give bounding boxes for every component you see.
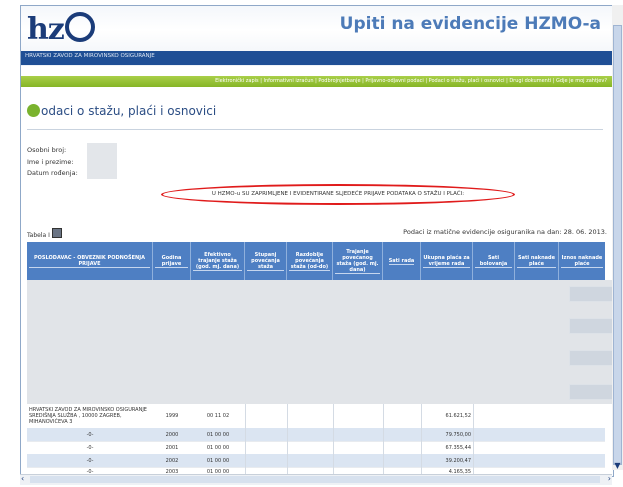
employer-cell: -0- [86,444,94,451]
table-row: HRVATSKI ZAVOD ZA MIROVINSKO OSIGURANJE … [27,404,605,429]
col-header: Sati rada [383,242,421,280]
table-row: -0- 2001 01 00 00 67.355,44 [27,441,605,455]
col-header: Sati naknade plaće [515,242,559,280]
page-scroll-thumb[interactable] [613,25,622,465]
pay-cell: 79.750,00 [421,428,473,441]
page-title: odaci o stažu, plaći i osnovici [27,104,216,118]
podaci-date: Podaci iz matične evidencije osiguranika… [403,228,607,236]
org-name: HRVATSKI ZAVOD ZA MIROVINSKO OSIGURANJE [25,53,155,59]
year-cell: 1999 [165,413,179,419]
tabela-label: Tabela I [27,228,62,239]
table-row: -0- 2000 01 00 00 79.750,00 [27,428,605,442]
nav-links[interactable]: Elektronički zapis | Informativni izraču… [215,78,607,84]
right-cell [569,318,613,334]
datum-label: Datum rođenja: [27,169,78,177]
employer-cell: -0- [86,431,94,438]
main-nav: Elektronički zapis | Informativni izraču… [21,76,613,87]
duration-cell: 01 00 00 [206,444,230,451]
osobni-broj-label: Osobni broj: [27,146,67,154]
duration-cell: 01 00 00 [206,431,230,438]
duration-cell: 00 11 02 [206,413,230,419]
pay-cell: 67.355,44 [421,441,473,454]
col-header: Trajanje povećanog staža (god. mj. dana) [333,242,383,280]
scroll-right-arrow-icon[interactable]: › [608,474,611,483]
h-scroll-thumb[interactable] [30,476,600,483]
app-title: Upiti na evidencije HZMO-a [339,14,601,34]
col-header: POSLODAVAC - OBVEZNIK PODNOŠENJA PRIJAVE [27,242,153,280]
divider [27,129,603,130]
employer-cell: HRVATSKI ZAVOD ZA MIROVINSKO OSIGURANJE … [29,407,147,425]
site-header: hz Upiti na evidencije HZMO-a HRVATSKI Z… [21,6,613,103]
top-links[interactable]: Ulazna stranica | Promjena lozinke | Izl… [449,97,607,103]
right-column [565,280,613,404]
scroll-left-arrow-icon[interactable]: ‹ [21,474,24,483]
right-cell [569,384,613,400]
year-cell: 2000 [165,431,179,438]
scroll-down-arrow-icon[interactable]: ▼ [612,461,623,470]
col-header: Iznos naknade plaće [561,254,603,268]
col-header: Efektivno trajanje staža (god. mj. dana) [191,242,245,280]
col-header: Ukupna plaća za vrijeme rada [421,242,473,280]
table-header: POSLODAVAC - OBVEZNIK PODNOŠENJA PRIJAVE… [27,242,605,280]
right-cell [569,286,613,302]
col-header: Stupanj povećanja staža [245,242,287,280]
print-icon[interactable] [51,228,62,238]
title-bullet-icon [27,104,40,117]
pay-cell: 61.621,52 [421,404,473,428]
hzmo-logo[interactable]: hz [27,12,95,47]
page-scrollbar[interactable]: ▼ [612,5,623,470]
horizontal-scrollbar[interactable]: ‹ › [20,474,612,485]
org-bar: HRVATSKI ZAVOD ZA MIROVINSKO OSIGURANJE … [21,51,613,103]
personal-data-box [87,143,117,179]
col-header: Razdoblje povećanja staža (od-do) [287,242,333,280]
col-header: Sati bolovanja [473,242,515,280]
table-body-empty [27,280,565,404]
ime-label: Ime i prezime: [27,158,74,166]
right-cell [569,350,613,366]
browser-frame: hz Upiti na evidencije HZMO-a HRVATSKI Z… [20,5,614,477]
col-header: Godina prijave [153,242,191,280]
notice-text: U HZMO-u SU ZAPRIMLJENE I EVIDENTIRANE S… [161,184,515,205]
year-cell: 2001 [165,444,179,451]
